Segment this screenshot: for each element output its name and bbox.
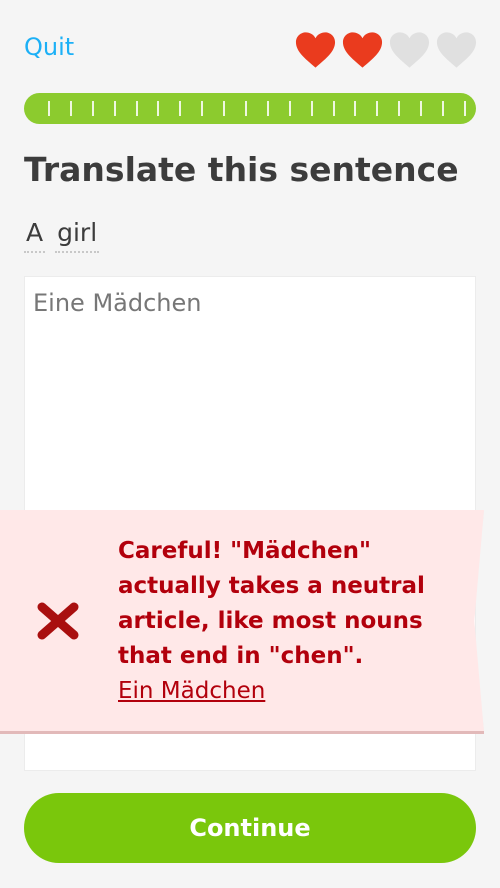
hearts-indicator: [294, 30, 478, 70]
answer-text: Eine Mädchen: [33, 289, 202, 317]
quit-link[interactable]: Quit: [24, 33, 74, 61]
progress-ticks: [48, 101, 466, 116]
heart-empty-icon: [436, 32, 477, 68]
continue-button[interactable]: Continue: [24, 793, 476, 863]
feedback-banner-shadow: [0, 731, 484, 734]
lesson-progress-bar: [24, 93, 476, 124]
correct-answer-link[interactable]: Ein Mädchen: [118, 674, 265, 709]
heart-icon: [342, 32, 383, 68]
prompt-sentence: A girl: [24, 218, 100, 253]
heart-icon: [295, 32, 336, 68]
prompt-word[interactable]: girl: [55, 218, 100, 253]
exercise-title: Translate this sentence: [24, 150, 459, 189]
prompt-word[interactable]: A: [24, 218, 46, 253]
x-icon: [37, 602, 79, 640]
heart-empty-icon: [389, 32, 430, 68]
feedback-message: Careful! "Mädchen" actually takes a neut…: [118, 538, 425, 669]
